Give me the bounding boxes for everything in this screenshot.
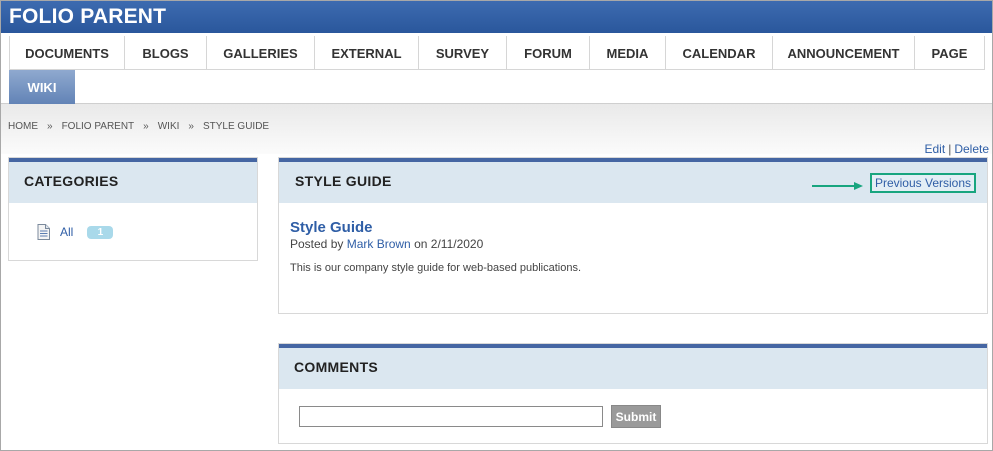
site-header: FOLIO PARENT [1, 1, 992, 33]
tab-page[interactable]: PAGE [915, 36, 985, 70]
previous-versions-link[interactable]: Previous Versions [869, 173, 976, 193]
categories-header: CATEGORIES [9, 158, 257, 203]
tab-external[interactable]: EXTERNAL [315, 36, 419, 70]
post-title-link[interactable]: Style Guide [290, 219, 373, 236]
tab-galleries[interactable]: GALLERIES [207, 36, 315, 70]
author-link[interactable]: Mark Brown [347, 237, 411, 251]
action-separator: | [948, 142, 952, 156]
post-body: This is our company style guide for web-… [290, 262, 582, 274]
breadcrumb-separator: » [188, 121, 194, 132]
tab-documents[interactable]: DOCUMENTS [9, 36, 125, 70]
main-nav: DOCUMENTS BLOGS GALLERIES EXTERNAL SURVE… [1, 33, 992, 104]
nav-row-primary: DOCUMENTS BLOGS GALLERIES EXTERNAL SURVE… [9, 36, 985, 70]
comments-title: COMMENTS [294, 359, 379, 375]
posted-by-label: Posted by [290, 237, 344, 251]
category-label[interactable]: All [60, 225, 73, 239]
tab-calendar[interactable]: CALENDAR [666, 36, 773, 70]
breadcrumb-bar: HOME » FOLIO PARENT » WIKI » STYLE GUIDE [1, 104, 992, 154]
breadcrumb-home[interactable]: HOME [8, 121, 38, 132]
arrow-right-icon [812, 182, 863, 190]
page-actions: Edit | Delete [925, 142, 990, 156]
breadcrumb-separator: » [143, 121, 149, 132]
post-date: 2/11/2020 [430, 237, 484, 251]
style-guide-title: STYLE GUIDE [295, 173, 392, 189]
tab-survey[interactable]: SURVEY [419, 36, 507, 70]
date-prefix: on [414, 237, 428, 251]
tab-media[interactable]: MEDIA [590, 36, 666, 70]
nav-row-secondary: WIKI [9, 69, 985, 104]
categories-title: CATEGORIES [24, 173, 119, 189]
document-icon [37, 224, 50, 240]
tab-forum[interactable]: FORUM [507, 36, 590, 70]
submit-button[interactable]: Submit [611, 405, 661, 428]
categories-panel: CATEGORIES All 1 [8, 157, 258, 261]
comments-header: COMMENTS [279, 344, 987, 389]
category-item-all[interactable]: All 1 [37, 224, 114, 240]
site-title: FOLIO PARENT [9, 5, 167, 28]
comment-input[interactable] [299, 406, 603, 427]
breadcrumb-separator: » [47, 121, 53, 132]
tab-blogs[interactable]: BLOGS [125, 36, 207, 70]
comments-panel: COMMENTS Submit [278, 343, 988, 444]
breadcrumb-folio-parent[interactable]: FOLIO PARENT [62, 121, 135, 132]
style-guide-panel: STYLE GUIDE Previous Versions Style Guid… [278, 157, 988, 314]
edit-link[interactable]: Edit [925, 142, 946, 156]
breadcrumb-wiki[interactable]: WIKI [158, 121, 180, 132]
breadcrumb-style-guide: STYLE GUIDE [202, 121, 270, 132]
style-guide-header: STYLE GUIDE Previous Versions [279, 158, 987, 203]
category-count-badge: 1 [87, 225, 114, 239]
tab-wiki[interactable]: WIKI [9, 70, 75, 104]
delete-link[interactable]: Delete [954, 142, 989, 156]
post-meta: Posted by Mark Brown on 2/11/2020 [290, 237, 483, 251]
breadcrumb: HOME » FOLIO PARENT » WIKI » STYLE GUIDE [8, 121, 269, 132]
tab-announcement[interactable]: ANNOUNCEMENT [773, 36, 915, 70]
